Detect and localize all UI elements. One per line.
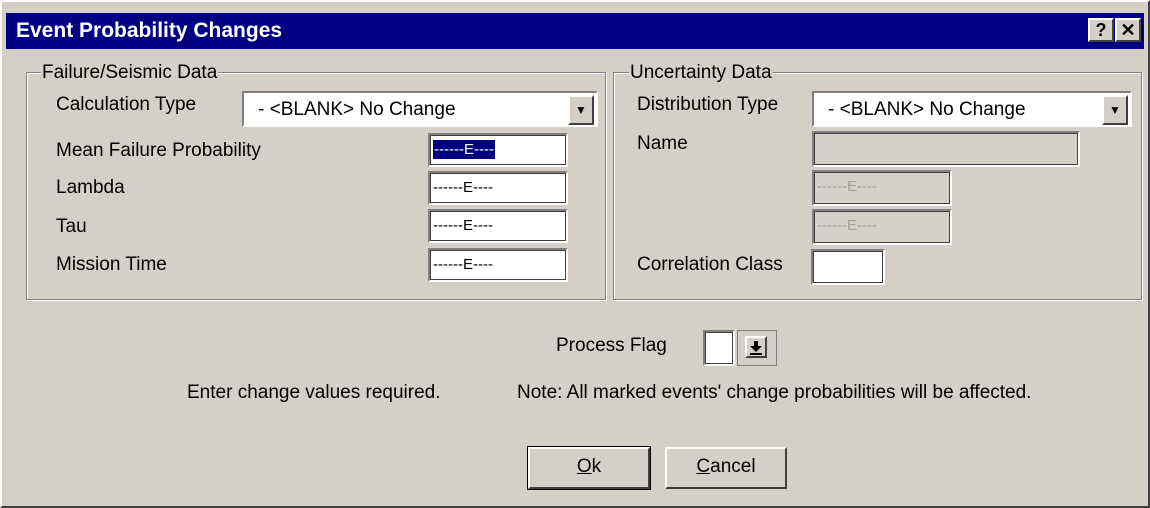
distribution-type-label: Distribution Type [637, 94, 779, 115]
process-flag-label: Process Flag [556, 335, 667, 356]
mean-failure-probability-label: Mean Failure Probability [56, 140, 261, 161]
uncertainty-param-2-value: ------E---- [817, 217, 877, 234]
name-label: Name [637, 133, 688, 154]
correlation-class-field[interactable] [811, 249, 885, 285]
calculation-type-label: Calculation Type [56, 94, 197, 115]
lambda-field[interactable]: ------E---- [428, 171, 568, 205]
cancel-mnemonic: C [696, 456, 711, 477]
calculation-type-value: - <BLANK> No Change [258, 99, 456, 120]
cancel-button[interactable]: Cancel [665, 447, 787, 489]
close-icon: ✕ [1120, 20, 1136, 40]
cancel-label-rest: ancel [710, 456, 756, 477]
name-field[interactable] [812, 131, 1080, 167]
tau-label: Tau [56, 216, 87, 237]
help-icon: ? [1095, 20, 1107, 40]
instruction-text: Enter change values required. [187, 382, 441, 403]
close-button[interactable]: ✕ [1115, 18, 1141, 42]
ok-button[interactable]: Ok [527, 446, 651, 490]
process-flag-dropdown-button[interactable] [737, 330, 777, 366]
mission-time-label: Mission Time [56, 254, 167, 275]
uncertainty-param-1-field[interactable]: ------E---- [812, 170, 952, 206]
lambda-value: ------E---- [433, 179, 493, 196]
correlation-class-label: Correlation Class [637, 254, 783, 275]
chevron-down-icon: ▼ [575, 103, 587, 117]
chevron-down-icon: ▼ [1109, 103, 1121, 117]
process-flag-field[interactable] [703, 330, 735, 366]
mean-failure-probability-value: ------E---- [433, 140, 495, 159]
lambda-label: Lambda [56, 177, 125, 198]
note-text: Note: All marked events' change probabil… [517, 382, 1032, 403]
mean-failure-probability-field[interactable]: ------E---- [428, 133, 568, 167]
calculation-type-dropdown-button[interactable]: ▼ [568, 95, 594, 125]
uncertainty-legend: Uncertainty Data [629, 62, 773, 84]
ok-label-rest: k [591, 456, 602, 477]
mission-time-value: ------E---- [433, 256, 493, 273]
down-arrow-to-line-icon [745, 336, 767, 358]
calculation-type-select[interactable]: - <BLANK> No Change ▼ [242, 91, 598, 127]
ok-mnemonic: O [576, 456, 592, 477]
title-bar[interactable]: Event Probability Changes ? ✕ [6, 13, 1144, 49]
uncertainty-param-1-value: ------E---- [817, 178, 877, 195]
failure-seismic-legend: Failure/Seismic Data [41, 62, 219, 84]
distribution-type-dropdown-button[interactable]: ▼ [1102, 95, 1128, 125]
window-title: Event Probability Changes [16, 19, 283, 42]
uncertainty-param-2-field[interactable]: ------E---- [812, 209, 952, 245]
help-button[interactable]: ? [1088, 18, 1114, 42]
mission-time-field[interactable]: ------E---- [428, 248, 568, 282]
distribution-type-value: - <BLANK> No Change [828, 99, 1026, 120]
tau-field[interactable]: ------E---- [428, 209, 568, 243]
tau-value: ------E---- [433, 217, 493, 234]
distribution-type-select[interactable]: - <BLANK> No Change ▼ [812, 91, 1132, 127]
